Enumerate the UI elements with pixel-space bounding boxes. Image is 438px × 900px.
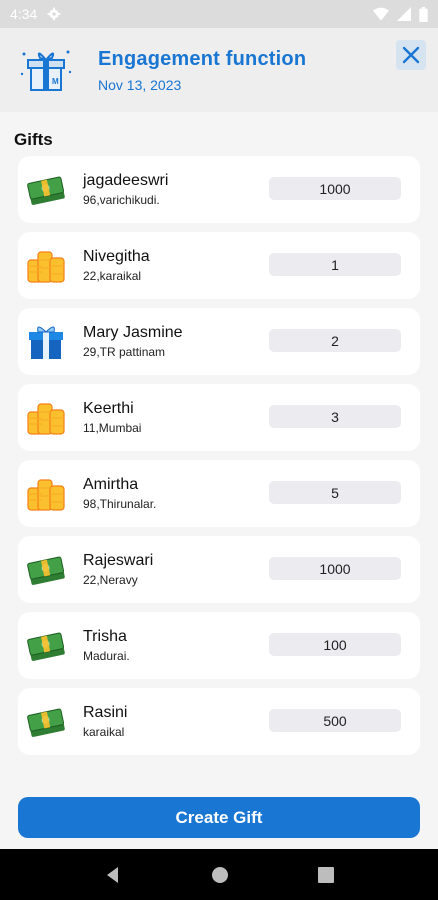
guest-name: Rajeswari (83, 552, 154, 569)
event-date: Nov 13, 2023 (98, 76, 182, 93)
guest-address: Madurai. (83, 649, 130, 663)
gift-card[interactable]: Trisha Madurai. 100 (18, 612, 420, 679)
page-title: Engagement function (98, 47, 307, 70)
guest-name: Trisha (83, 628, 127, 645)
signal-icon (397, 7, 411, 21)
svg-text:M: M (52, 77, 59, 86)
cash-icon (26, 626, 66, 666)
gift-amount: 3 (269, 405, 401, 428)
gold-coins-icon (26, 398, 66, 438)
system-nav-bar (0, 849, 438, 900)
gift-amount: 500 (269, 709, 401, 732)
guest-name: Rasini (83, 704, 128, 721)
guest-address: karaikal (83, 725, 125, 739)
gift-card[interactable]: Rajeswari 22,Neravy 1000 (18, 536, 420, 603)
gift-amount: 5 (269, 481, 401, 504)
settings-gear-icon (47, 7, 61, 21)
guest-address: 29,TR pattinam (83, 345, 166, 359)
gold-coins-icon (26, 246, 66, 286)
gift-amount: 1 (269, 253, 401, 276)
gift-box-icon (26, 322, 66, 362)
app-header: M Engagement function Nov 13, 2023 (0, 28, 438, 112)
recents-icon[interactable] (317, 866, 334, 883)
gift-card[interactable]: Mary Jasmine 29,TR pattinam 2 (18, 308, 420, 375)
gift-list: jagadeeswri 96,varichikudi. 1000 Nivegitha 2… (18, 156, 420, 764)
home-icon[interactable] (211, 866, 229, 884)
guest-address: 22,karaikal (83, 269, 142, 283)
back-icon[interactable] (104, 866, 122, 884)
gift-amount: 2 (269, 329, 401, 352)
guest-name: Amirtha (83, 476, 139, 493)
wifi-icon (373, 7, 389, 21)
cash-icon (26, 170, 66, 210)
guest-name: jagadeeswri (83, 172, 169, 189)
status-time: 4:34 (10, 6, 38, 22)
guest-name: Keerthi (83, 400, 134, 417)
guest-address: 96,varichikudi. (83, 193, 160, 207)
close-button[interactable] (396, 40, 426, 70)
guest-address: 98,Thirunalar. (83, 497, 157, 511)
gift-card[interactable]: Nivegitha 22,karaikal 1 (18, 232, 420, 299)
gift-card[interactable]: Keerthi 11,Mumbai 3 (18, 384, 420, 451)
gift-card[interactable]: jagadeeswri 96,varichikudi. 1000 (18, 156, 420, 223)
gift-amount: 100 (269, 633, 401, 656)
close-icon (402, 46, 420, 64)
guest-name: Mary Jasmine (83, 324, 183, 341)
gift-card[interactable]: Amirtha 98,Thirunalar. 5 (18, 460, 420, 527)
cash-icon (26, 550, 66, 590)
status-bar: 4:34 (0, 0, 438, 28)
guest-address: 22,Neravy (83, 573, 138, 587)
gift-card[interactable]: Rasini karaikal 500 (18, 688, 420, 755)
battery-icon (419, 6, 428, 22)
create-gift-button[interactable]: Create Gift (18, 797, 420, 838)
guest-name: Nivegitha (83, 248, 150, 265)
section-title: Gifts (14, 130, 53, 149)
cash-icon (26, 702, 66, 742)
gift-amount: 1000 (269, 557, 401, 580)
gift-logo-icon: M (16, 40, 76, 100)
gold-coins-icon (26, 474, 66, 514)
guest-address: 11,Mumbai (83, 421, 142, 435)
gift-amount: 1000 (269, 177, 401, 200)
